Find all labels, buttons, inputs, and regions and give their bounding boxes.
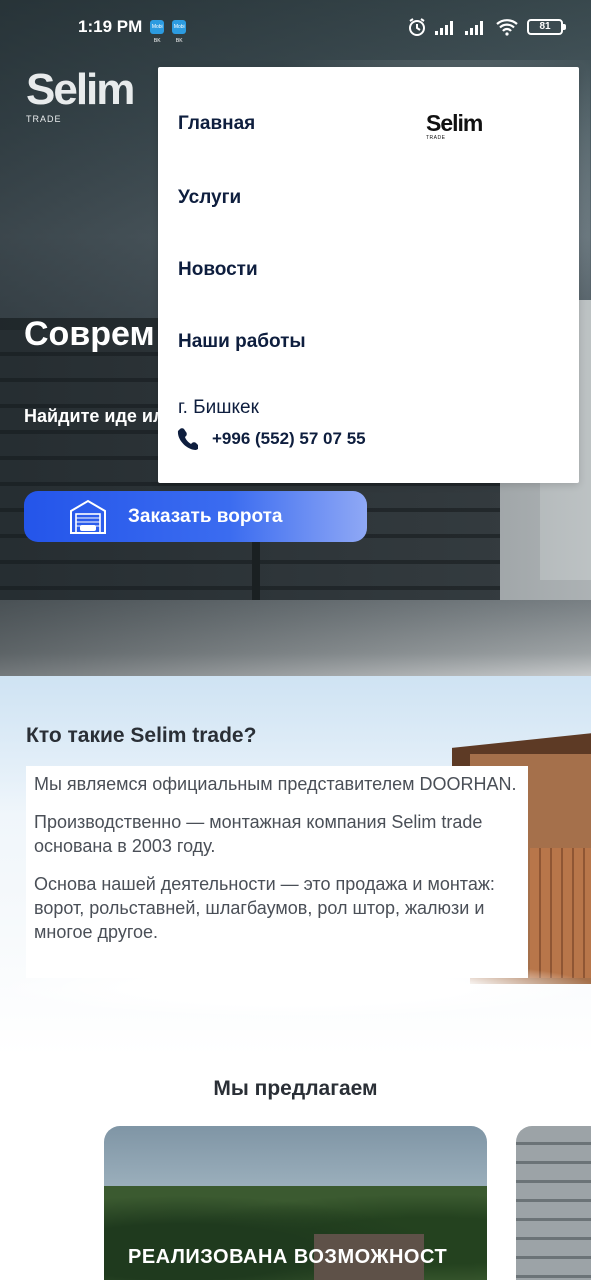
about-paragraph: Мы являемся официальным представителем D…: [34, 774, 517, 794]
status-time: 1:19 PM: [78, 17, 143, 36]
alarm-icon: [409, 18, 425, 36]
logo-sub: TRADE: [26, 114, 62, 124]
menu-phone-number: +996 (552) 57 07 55: [212, 429, 366, 448]
app-notification-icon: Mobi BK: [150, 20, 165, 44]
garage-icon: [70, 499, 106, 534]
menu-city: г. Бишкек: [178, 397, 259, 418]
about-title: Кто такие Selim trade?: [26, 724, 257, 747]
menu-item-news[interactable]: Новости: [178, 259, 258, 281]
wifi-icon: [496, 19, 518, 36]
phone-icon: [177, 428, 198, 450]
order-button-label: Заказать ворота: [128, 505, 283, 527]
offer-card[interactable]: [516, 1126, 591, 1280]
menu-phone-link[interactable]: +996 (552) 57 07 55: [176, 427, 366, 451]
status-icons: 81: [407, 17, 566, 37]
menu-item-works[interactable]: Наши работы: [178, 331, 306, 353]
nav-menu: Главная Услуги Новости Наши работы Selim…: [158, 67, 579, 483]
about-paragraph: Производственно — монтажная компания Sel…: [34, 812, 483, 856]
offer-title: Мы предлагаем: [213, 1077, 378, 1100]
menu-item-services[interactable]: Услуги: [178, 187, 241, 209]
menu-item-home[interactable]: Главная: [178, 113, 255, 135]
signal-icon: [465, 21, 483, 35]
battery-icon: 81: [527, 19, 566, 35]
menu-logo[interactable]: Selim TRADE: [426, 110, 483, 141]
about-text-card: Мы являемся официальным представителем D…: [26, 766, 528, 978]
menu-logo-name: Selim: [426, 110, 483, 136]
logo-name: Selim: [26, 65, 135, 114]
offer-card[interactable]: РЕАЛИЗОВАНА ВОЗМОЖНОСТ: [104, 1126, 487, 1280]
app-notification-icon: Mobi BK: [172, 20, 187, 44]
about-section: Кто такие Selim trade? Мы являемся офици…: [0, 676, 591, 1056]
about-paragraph: Основа нашей деятельности — это продажа …: [34, 874, 495, 942]
order-gates-button[interactable]: Заказать ворота: [24, 491, 367, 542]
signal-icon: [435, 21, 453, 35]
site-logo[interactable]: Selim TRADE: [26, 65, 135, 125]
offer-card-label: РЕАЛИЗОВАНА ВОЗМОЖНОСТ: [128, 1246, 448, 1268]
status-bar: 1:19 PM Mobi BK Mobi BK 81: [0, 0, 591, 54]
